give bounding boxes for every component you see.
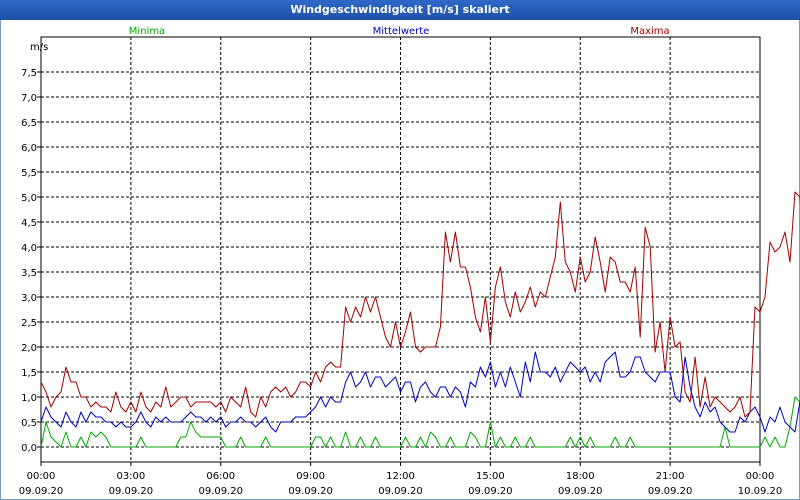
axes: [37, 36, 761, 466]
grid-lines: [41, 37, 760, 462]
x-tick-time: 21:00: [656, 471, 685, 482]
y-tick-label: 4,0: [21, 243, 37, 254]
y-tick-label: 1,0: [21, 393, 37, 404]
legend-entry-maxima: Maxima: [630, 26, 669, 37]
x-tick-time: 15:00: [476, 471, 505, 482]
x-tick-date: 09.09.20: [468, 486, 513, 497]
y-tick-label: 7,0: [21, 93, 37, 104]
x-tick-date: 09.09.20: [288, 486, 333, 497]
x-tick-time: 06:00: [206, 471, 235, 482]
y-tick-label: 1,5: [21, 368, 37, 379]
x-tick-date: 09.09.20: [198, 486, 243, 497]
y-tick-label: 0,0: [21, 443, 37, 454]
x-tick-date: 09.09.20: [109, 486, 154, 497]
wind-speed-chart: 0,0 0,5 1,0 1,5 2,0 2,5 3,0 3,5 4,0 4,5 5,0 5,5 6,0 6…: [19, 26, 800, 497]
x-tick-date: 09.09.20: [19, 486, 64, 497]
y-tick-label: 3,0: [21, 293, 37, 304]
series-lines: [40, 191, 800, 448]
y-tick-label: 2,0: [21, 343, 37, 354]
x-tick-date: 10.09.20: [738, 486, 783, 497]
x-tick-time: 18:00: [566, 471, 595, 482]
x-tick-date: 09.09.20: [648, 486, 693, 497]
y-tick-label: 5,5: [21, 168, 37, 179]
x-tick-time: 09:00: [296, 471, 325, 482]
legend-entry-minima: Minima: [129, 26, 165, 37]
x-tick-labels: 00:00 09.09.20 03:00 09.09.20 06:00 09.09.20 0…: [19, 471, 783, 497]
y-tick-label: 7,5: [21, 68, 37, 79]
x-tick-date: 09.09.20: [378, 486, 423, 497]
y-tick-label: 6,5: [21, 118, 37, 129]
y-tick-labels: 0,0 0,5 1,0 1,5 2,0 2,5 3,0 3,5 4,0 4,5 5,0 5,5 6,0 6…: [21, 68, 37, 454]
x-tick-time: 03:00: [116, 471, 145, 482]
y-tick-label: 5,0: [21, 193, 37, 204]
x-tick-time: 00:00: [746, 471, 775, 482]
y-axis-label: m/s: [30, 42, 48, 53]
x-tick-date: 09.09.20: [558, 486, 603, 497]
x-tick-time: 00:00: [27, 471, 56, 482]
x-tick-time: 12:00: [386, 471, 415, 482]
y-tick-label: 4,5: [21, 218, 37, 229]
y-tick-label: 3,5: [21, 268, 37, 279]
legend-entry-mittelwerte: Mittelwerte: [373, 26, 430, 37]
y-tick-label: 0,5: [21, 418, 37, 429]
y-tick-label: 6,0: [21, 143, 37, 154]
y-tick-label: 2,5: [21, 318, 37, 329]
legend: Minima Mittelwerte Maxima: [129, 26, 670, 37]
series-line-mittelwerte: [40, 351, 800, 433]
